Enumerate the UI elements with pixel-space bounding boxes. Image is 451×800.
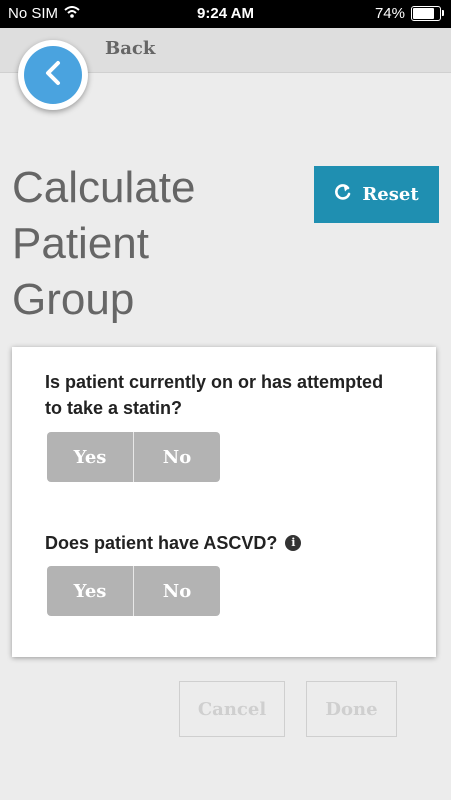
back-button[interactable] — [18, 40, 88, 110]
battery-group: 74% — [374, 5, 444, 22]
cancel-button[interactable]: Cancel — [179, 681, 285, 737]
statin-no-button[interactable]: No — [133, 432, 220, 482]
ascvd-toggle: Yes No — [47, 566, 220, 616]
statin-yes-button[interactable]: Yes — [47, 432, 133, 482]
back-label[interactable]: Back — [105, 38, 155, 59]
ascvd-yes-button[interactable]: Yes — [47, 566, 133, 616]
reset-button[interactable]: Reset — [314, 166, 439, 223]
refresh-icon — [334, 183, 352, 206]
battery-icon — [411, 6, 444, 21]
ascvd-no-button[interactable]: No — [133, 566, 220, 616]
done-button[interactable]: Done — [306, 681, 397, 737]
question-statin: Is patient currently on or has attempted… — [45, 372, 384, 418]
back-circle-inner — [24, 46, 82, 104]
battery-percent: 74% — [374, 5, 405, 22]
reset-label: Reset — [362, 184, 419, 205]
status-bar: No SIM 9:24 AM 74% — [0, 0, 451, 28]
question-ascvd-row: Does patient have ASCVD? i — [45, 530, 302, 556]
question-ascvd: Does patient have ASCVD? — [45, 533, 278, 553]
page-title: Calculate Patient Group — [12, 163, 196, 324]
chevron-left-icon — [43, 60, 63, 91]
info-icon[interactable]: i — [285, 535, 302, 551]
statin-toggle: Yes No — [47, 432, 220, 482]
question-card: Is patient currently on or has attempted… — [12, 347, 436, 657]
